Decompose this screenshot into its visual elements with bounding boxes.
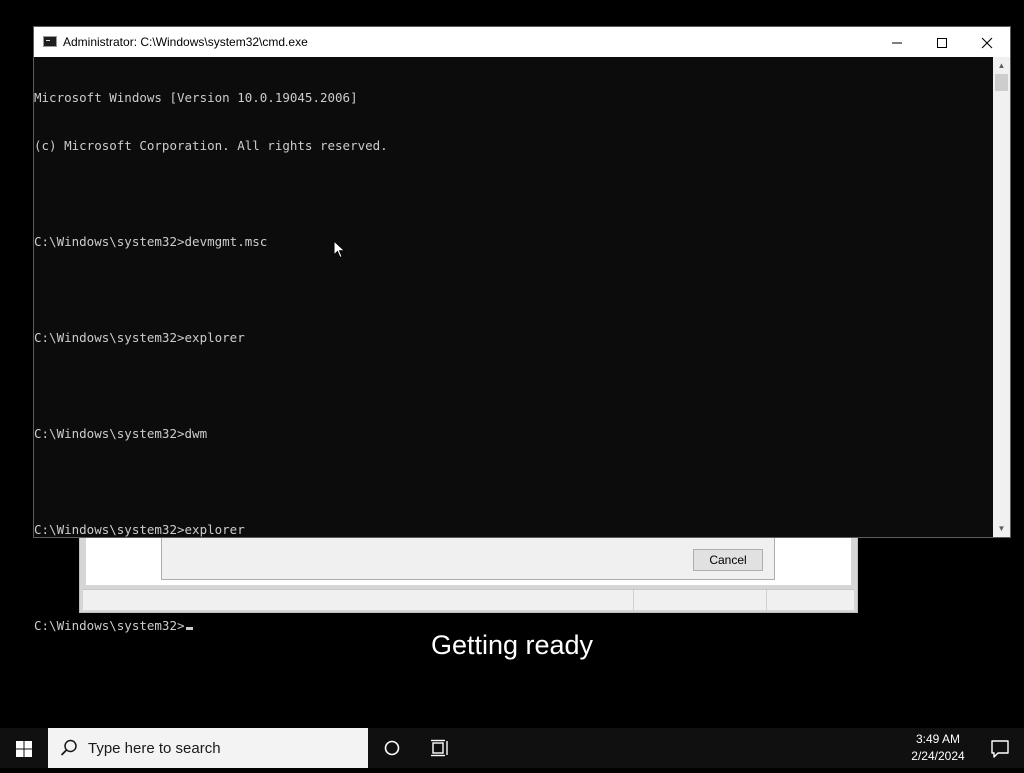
cortana-button[interactable] bbox=[368, 728, 416, 768]
vertical-scrollbar[interactable]: ▲ ▼ bbox=[993, 57, 1010, 537]
mouse-pointer-icon bbox=[333, 240, 346, 259]
text-cursor bbox=[185, 627, 193, 630]
start-button[interactable] bbox=[0, 728, 48, 768]
scroll-down-arrow-icon[interactable]: ▼ bbox=[993, 522, 1010, 536]
taskbar-search-box[interactable]: Type here to search bbox=[48, 728, 368, 768]
console-line: C:\Windows\system32>explorer bbox=[34, 330, 245, 345]
search-placeholder: Type here to search bbox=[88, 740, 221, 757]
clock-date: 2/24/2024 bbox=[911, 749, 965, 763]
scroll-thumb[interactable] bbox=[995, 74, 1008, 91]
scroll-up-arrow-icon[interactable]: ▲ bbox=[993, 59, 1010, 73]
close-icon bbox=[981, 37, 993, 49]
maximize-button[interactable] bbox=[919, 27, 965, 57]
windows-start-icon bbox=[16, 741, 32, 757]
console-line: C:\Windows\system32>dwm bbox=[34, 426, 208, 441]
prompt-text: C:\Windows\system32> bbox=[34, 618, 185, 633]
task-view-button[interactable] bbox=[416, 728, 464, 768]
clock-time: 3:49 AM bbox=[915, 732, 961, 746]
prompt-line[interactable]: C:\Windows\system32> bbox=[34, 618, 994, 634]
maximize-icon bbox=[937, 38, 947, 49]
console-line: C:\Windows\system32>devmgmt.msc bbox=[34, 234, 268, 249]
taskbar: Type here to search 3:49 AM 2/24/2024 bbox=[0, 728, 1024, 768]
minimize-button[interactable] bbox=[874, 27, 920, 57]
close-button[interactable] bbox=[964, 27, 1010, 57]
system-clock[interactable]: 3:49 AM 2/24/2024 bbox=[900, 731, 976, 765]
minimize-icon bbox=[892, 42, 902, 44]
console-line: (c) Microsoft Corporation. All rights re… bbox=[34, 138, 388, 153]
cmd-icon bbox=[43, 36, 57, 47]
action-center-button[interactable] bbox=[976, 728, 1024, 768]
search-icon bbox=[60, 739, 77, 756]
notification-icon bbox=[991, 740, 1009, 758]
console-line: C:\Windows\system32>explorer bbox=[34, 522, 245, 537]
task-view-icon bbox=[431, 739, 448, 757]
title-bar[interactable]: Administrator: C:\Windows\system32\cmd.e… bbox=[34, 27, 1010, 57]
window-title: Administrator: C:\Windows\system32\cmd.e… bbox=[63, 35, 308, 49]
cortana-icon bbox=[384, 740, 400, 756]
console-output[interactable]: Microsoft Windows [Version 10.0.19045.20… bbox=[34, 57, 994, 633]
console-line: Microsoft Windows [Version 10.0.19045.20… bbox=[34, 90, 358, 105]
cmd-window[interactable]: Administrator: C:\Windows\system32\cmd.e… bbox=[33, 26, 1011, 633]
